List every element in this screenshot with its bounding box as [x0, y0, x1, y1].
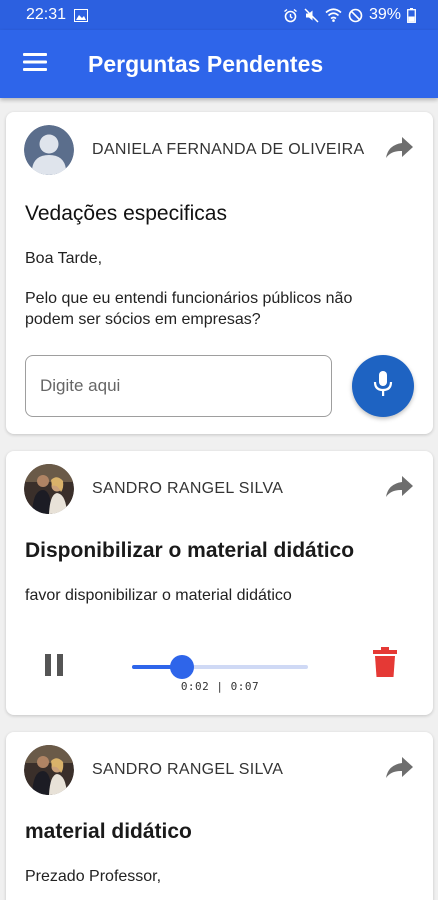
avatar-placeholder [24, 125, 74, 175]
audio-time: 0:02 | 0:07 [180, 680, 260, 693]
record-audio-button[interactable] [352, 355, 414, 417]
trash-icon [373, 646, 397, 682]
alarm-icon [283, 8, 298, 23]
author-name: SANDRO RANGEL SILVA [92, 480, 284, 497]
wifi-icon [325, 8, 342, 22]
question-title: Disponibilizar o material didático [25, 539, 355, 562]
share-button[interactable] [379, 469, 419, 509]
share-arrow-icon [385, 136, 413, 164]
audio-progress-thumb[interactable] [170, 655, 195, 679]
card-header: DANIELA FERNANDA DE OLIVEIRA [24, 125, 419, 175]
delete-audio-button[interactable] [370, 646, 400, 682]
card-header: SANDRO RANGEL SILVA [24, 745, 419, 795]
author-name: DANIELA FERNANDA DE OLIVEIRA [92, 141, 365, 158]
microphone-icon [373, 370, 393, 403]
avatar-photo [24, 745, 74, 795]
question-title: material didático [25, 820, 192, 843]
question-body-greeting: Prezado Professor, [25, 868, 162, 885]
question-body-greeting: Boa Tarde, [25, 250, 103, 267]
pause-button[interactable] [38, 651, 70, 683]
mute-icon [304, 7, 319, 23]
pause-icon [44, 653, 64, 681]
battery-level: 39% [368, 6, 401, 23]
share-button[interactable] [379, 130, 419, 170]
share-arrow-icon [385, 756, 413, 784]
status-left: 22:31 [26, 6, 89, 24]
avatar-photo [24, 464, 74, 514]
hamburger-menu-icon [23, 52, 47, 76]
question-title: Vedações especificas [25, 202, 227, 225]
do-not-disturb-icon [348, 8, 363, 23]
question-body-text: Pelo que eu entendi funcionários público… [25, 290, 353, 328]
question-card: SANDRO RANGEL SILVA Disponibilizar o mat… [6, 451, 433, 715]
questions-list[interactable]: DANIELA FERNANDA DE OLIVEIRA Vedações es… [0, 98, 438, 900]
menu-button[interactable] [0, 30, 70, 98]
audio-progress-slider[interactable] [132, 655, 308, 679]
page-title: Perguntas Pendentes [88, 50, 324, 77]
question-body-text: favor disponibilizar o material didático [25, 587, 292, 604]
card-header: SANDRO RANGEL SILVA [24, 464, 419, 514]
clock: 22:31 [26, 6, 67, 23]
author-name: SANDRO RANGEL SILVA [92, 761, 284, 778]
status-bar: 22:31 39% [0, 0, 438, 30]
gallery-icon [74, 8, 89, 22]
share-button[interactable] [379, 750, 419, 790]
question-card: SANDRO RANGEL SILVA material didático Pr… [6, 732, 433, 900]
status-right: 39% [283, 6, 416, 24]
battery-icon [407, 7, 416, 23]
question-card: DANIELA FERNANDA DE OLIVEIRA Vedações es… [6, 112, 433, 434]
app-bar: Perguntas Pendentes [0, 30, 438, 98]
share-arrow-icon [385, 475, 413, 503]
reply-input[interactable] [25, 355, 332, 417]
